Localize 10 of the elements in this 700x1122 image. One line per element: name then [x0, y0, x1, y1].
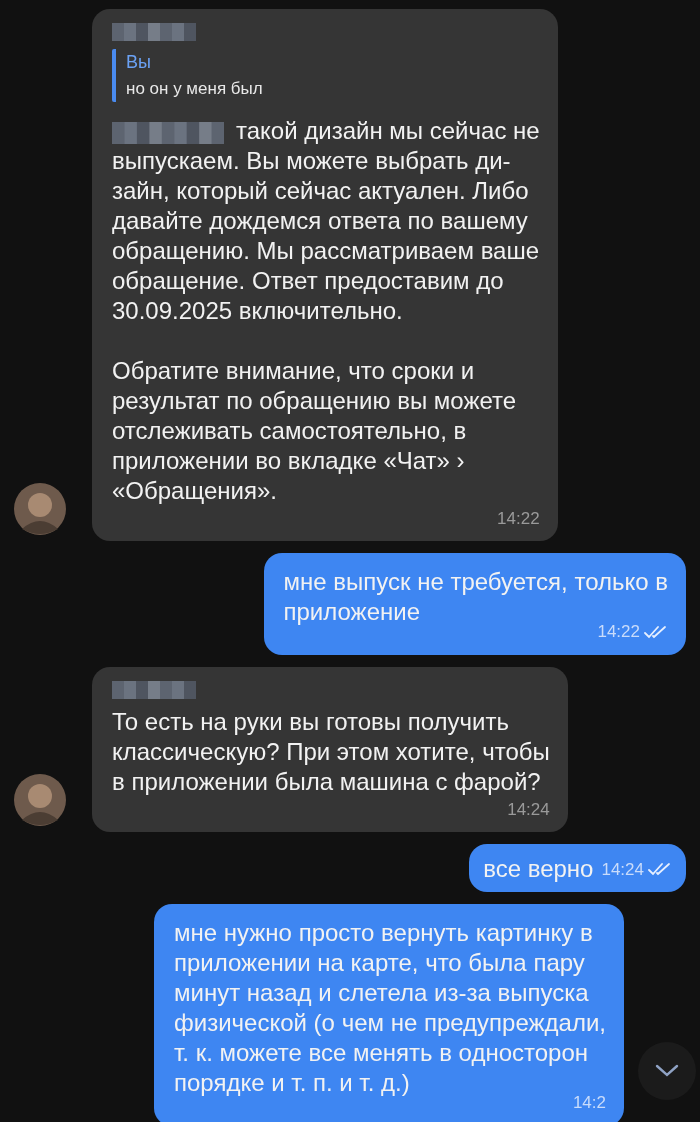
message-text: То есть на руки вы готовы получить классическую? При этом хотите, чтобы в приложении была машина с фарой? — [112, 706, 550, 797]
message-text: все верно — [483, 854, 594, 884]
quote-author: Вы — [126, 51, 152, 74]
message-time: 14:22 — [497, 507, 540, 530]
message-time: 14:24 — [507, 798, 550, 821]
message-text: такой дизайн мы сейчас не выпускаем. Вы можете выбрать ди- зайн, который сейчас актуален. Либо давайте дождемся ответа по вашему обращению. Мы рассматриваем ваше обращение. Ответ предоставим до 30.09.2025 включительно. Обратите внимание, что сроки и результат по обращению вы можете отслеживать самостоятельно, в приложении во вкладке «Чат» › «Обращения». — [112, 115, 540, 506]
chevron-down-icon — [655, 1064, 679, 1078]
quote-text: но он у меня был — [126, 78, 264, 100]
reply-quote[interactable]: Вы но он у меня был — [112, 49, 540, 102]
message-time: 14:24 — [601, 858, 644, 881]
